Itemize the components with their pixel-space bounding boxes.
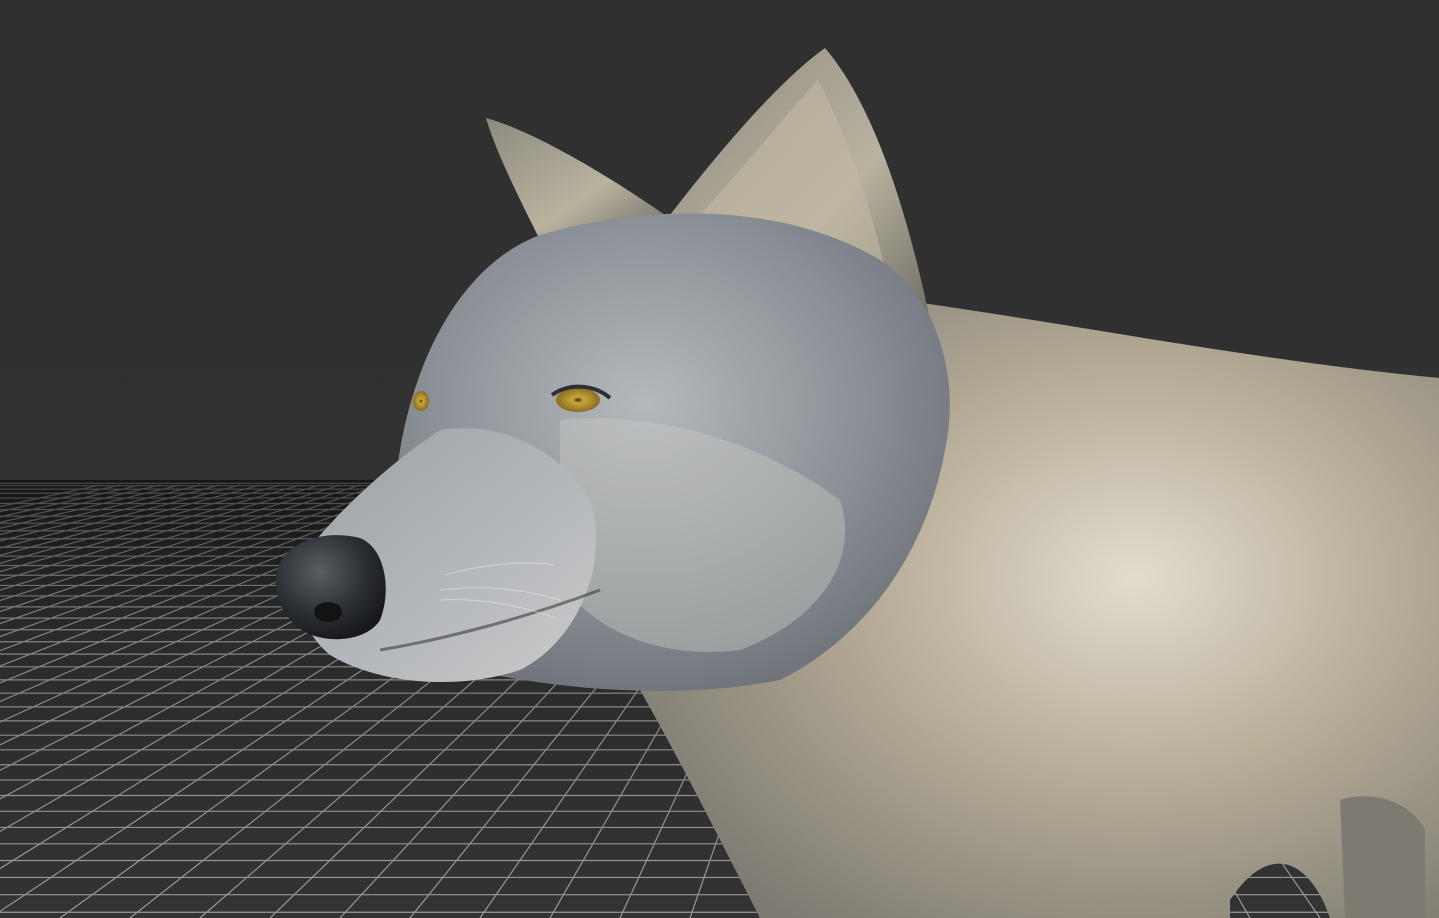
wolf-nostril [314, 602, 342, 622]
3d-viewport[interactable] [0, 0, 1439, 918]
wolf-leg [1340, 796, 1425, 918]
wolf-eye-right [556, 388, 600, 412]
wolf-eye-left [413, 391, 429, 411]
viewport-scene [0, 48, 1439, 918]
